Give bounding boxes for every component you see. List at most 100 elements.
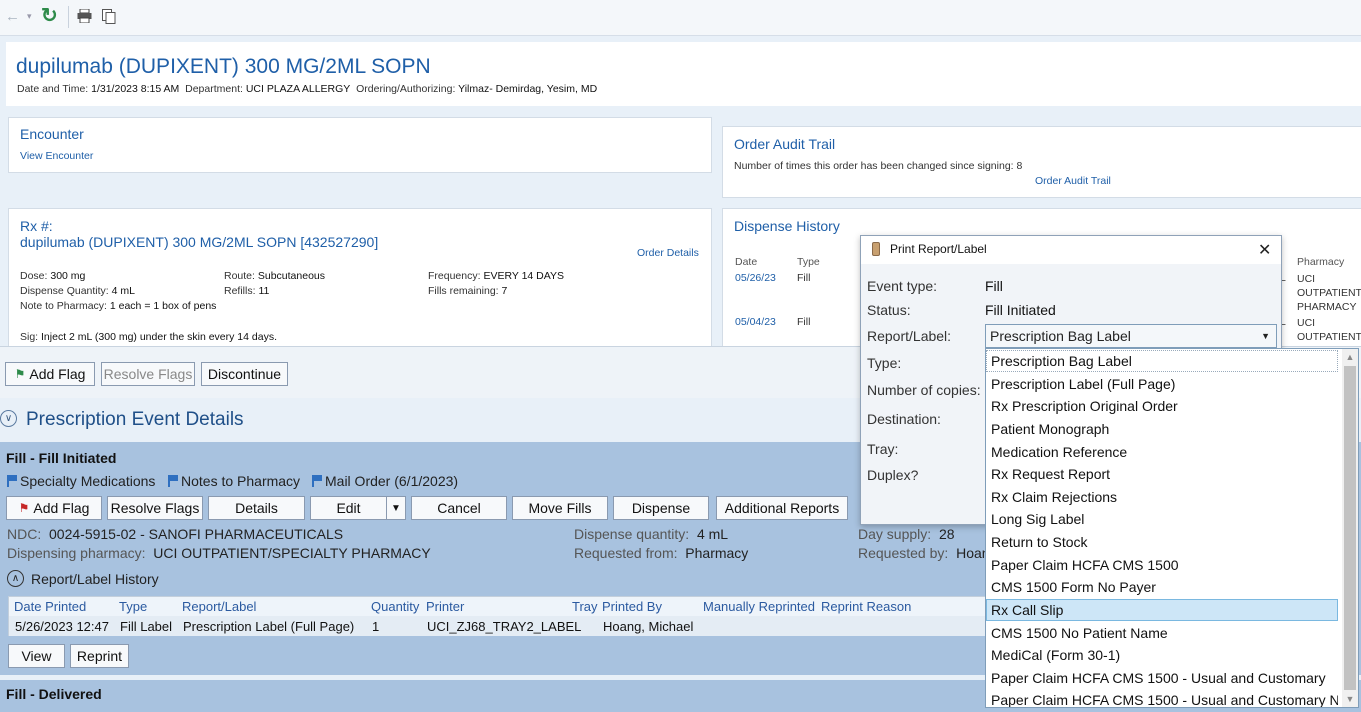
dh-col-type: Type bbox=[797, 256, 820, 268]
dropdown-option[interactable]: Paper Claim HCFA CMS 1500 - Usual and Cu… bbox=[986, 689, 1338, 707]
dh-row-date[interactable]: 05/04/23 bbox=[735, 316, 776, 328]
rx-frequency: Frequency: EVERY 14 DAYS bbox=[428, 270, 564, 282]
event-type-label: Event type: bbox=[867, 278, 938, 294]
add-flag-button[interactable]: ⚑ Add Flag bbox=[5, 362, 95, 386]
dropdown-option[interactable]: Rx Request Report bbox=[986, 463, 1338, 485]
top-toolbar bbox=[0, 0, 1361, 36]
dropdown-option[interactable]: Long Sig Label bbox=[986, 508, 1338, 530]
fill-day-supply: Day supply: 28 bbox=[858, 526, 955, 542]
reprint-button[interactable]: Reprint bbox=[70, 644, 129, 668]
collapse-icon[interactable]: ∨ bbox=[0, 410, 17, 427]
add-flag-icon: ⚑ bbox=[18, 501, 30, 515]
fill-delivered-title: Fill - Delivered bbox=[6, 686, 102, 702]
flag-mail-order[interactable]: Mail Order (6/1/2023) bbox=[312, 473, 458, 489]
edit-dropdown-button[interactable]: ▼ bbox=[386, 496, 406, 520]
rx-dose: Dose: 300 mg bbox=[20, 270, 86, 282]
report-label-dropdown[interactable]: Prescription Bag Label Prescription Labe… bbox=[985, 348, 1359, 708]
move-fills-button[interactable]: Move Fills bbox=[512, 496, 608, 520]
col-tray: Tray bbox=[572, 599, 598, 614]
dropdown-option[interactable]: Medication Reference bbox=[986, 441, 1338, 463]
dh-row-date[interactable]: 05/26/23 bbox=[735, 272, 776, 284]
dropdown-option[interactable]: CMS 1500 Form No Payer bbox=[986, 576, 1338, 598]
dropdown-option[interactable]: Patient Monograph bbox=[986, 418, 1338, 440]
order-audit-trail-link[interactable]: Order Audit Trail bbox=[1035, 175, 1111, 187]
rx-dispense-qty: Dispense Quantity: 4 mL bbox=[20, 285, 135, 297]
refresh-icon[interactable]: ↻ bbox=[41, 6, 58, 26]
event-details-title: Prescription Event Details bbox=[26, 409, 244, 430]
dropdown-option[interactable]: Paper Claim HCFA CMS 1500 bbox=[986, 554, 1338, 576]
details-button[interactable]: Details bbox=[208, 496, 305, 520]
copies-label: Number of copies: bbox=[867, 382, 981, 398]
destination-label: Destination: bbox=[867, 411, 941, 427]
col-quantity: Quantity bbox=[371, 599, 420, 614]
rx-name: dupilumab (DUPIXENT) 300 MG/2ML SOPN [43… bbox=[20, 234, 379, 250]
scroll-up-icon[interactable]: ▲ bbox=[1342, 349, 1358, 365]
flag-icon bbox=[168, 475, 178, 487]
dropdown-option[interactable]: Prescription Label (Full Page) bbox=[986, 373, 1338, 395]
cell-quantity: 1 bbox=[372, 619, 380, 634]
report-label-history-title: Report/Label History bbox=[31, 571, 159, 587]
history-collapse-icon[interactable]: ∧ bbox=[7, 570, 24, 587]
select-chevron-icon: ▼ bbox=[1261, 331, 1270, 341]
resolve-flags-button[interactable]: Resolve Flags bbox=[101, 362, 195, 386]
dispense-button[interactable]: Dispense bbox=[613, 496, 709, 520]
tray-label: Tray: bbox=[867, 441, 899, 457]
cell-report-label: Prescription Label (Full Page) bbox=[183, 619, 355, 634]
additional-reports-button[interactable]: Additional Reports bbox=[716, 496, 848, 520]
encounter-title: Encounter bbox=[20, 126, 84, 142]
dropdown-option-selected[interactable]: Rx Call Slip bbox=[986, 599, 1338, 621]
rx-note: Note to Pharmacy: 1 each = 1 box of pens bbox=[20, 300, 217, 312]
dialog-title: Print Report/Label bbox=[890, 242, 987, 256]
cell-date-printed: 5/26/2023 12:47 bbox=[15, 619, 109, 634]
dropdown-option[interactable]: Prescription Bag Label bbox=[986, 350, 1338, 372]
fill-dispensing-pharmacy: Dispensing pharmacy: UCI OUTPATIENT/SPEC… bbox=[7, 545, 431, 561]
discontinue-button[interactable]: Discontinue bbox=[201, 362, 288, 386]
view-button[interactable]: View bbox=[8, 644, 65, 668]
dialog-title-icon bbox=[872, 242, 880, 256]
fill-add-flag-button[interactable]: ⚑ Add Flag bbox=[6, 496, 102, 520]
scroll-thumb[interactable] bbox=[1344, 366, 1356, 690]
dh-col-date: Date bbox=[735, 256, 758, 268]
col-reprint-reason: Reprint Reason bbox=[821, 599, 912, 614]
dh-row-type: Fill bbox=[797, 316, 811, 328]
flag-notes-pharmacy[interactable]: Notes to Pharmacy bbox=[168, 473, 300, 489]
cell-printed-by: Hoang, Michael bbox=[603, 619, 694, 634]
col-type: Type bbox=[119, 599, 148, 614]
encounter-card: Encounter View Encounter bbox=[8, 117, 712, 173]
toolbar-divider bbox=[68, 6, 69, 28]
dropdown-option[interactable]: MediCal (Form 30-1) bbox=[986, 644, 1338, 666]
edit-button[interactable]: Edit bbox=[310, 496, 387, 520]
dialog-close-icon[interactable]: ✕ bbox=[1258, 240, 1271, 260]
order-details-link[interactable]: Order Details bbox=[637, 247, 699, 259]
flag-icon bbox=[7, 475, 17, 487]
order-meta: Date and Time: 1/31/2023 8:15 AM Departm… bbox=[17, 83, 598, 95]
report-label-select[interactable]: Prescription Bag Label ▼ bbox=[985, 324, 1277, 348]
col-printer: Printer bbox=[426, 599, 465, 614]
duplex-label: Duplex? bbox=[867, 467, 919, 483]
view-encounter-link[interactable]: View Encounter bbox=[20, 150, 93, 162]
dropdown-option[interactable]: Return to Stock bbox=[986, 531, 1338, 553]
col-report-label: Report/Label bbox=[182, 599, 257, 614]
col-manually-reprinted: Manually Reprinted bbox=[703, 599, 816, 614]
audit-title: Order Audit Trail bbox=[734, 136, 836, 152]
dh-col-pharmacy: Pharmacy bbox=[1297, 256, 1345, 268]
rx-fills-remaining: Fills remaining: 7 bbox=[428, 285, 508, 297]
order-header: dupilumab (DUPIXENT) 300 MG/2ML SOPN Dat… bbox=[6, 42, 1361, 106]
type-label: Type: bbox=[867, 355, 902, 371]
dropdown-option[interactable]: Paper Claim HCFA CMS 1500 - Usual and Cu… bbox=[986, 667, 1338, 689]
back-dropdown-icon[interactable]: ▾ bbox=[27, 11, 32, 22]
flag-specialty[interactable]: Specialty Medications bbox=[7, 473, 155, 489]
fill-ndc: NDC: 0024-5915-02 - SANOFI PHARMACEUTICA… bbox=[7, 526, 344, 542]
dropdown-option[interactable]: Rx Claim Rejections bbox=[986, 486, 1338, 508]
dropdown-option[interactable]: CMS 1500 No Patient Name bbox=[986, 622, 1338, 644]
fill-initiated-title: Fill - Fill Initiated bbox=[6, 450, 117, 466]
back-arrow-icon[interactable]: ← bbox=[5, 9, 21, 25]
fill-resolve-flags-button[interactable]: Resolve Flags bbox=[107, 496, 203, 520]
copy-icon[interactable] bbox=[102, 9, 116, 24]
scroll-down-icon[interactable]: ▼ bbox=[1342, 691, 1358, 707]
cell-type: Fill Label bbox=[120, 619, 173, 634]
add-flag-icon: ⚑ bbox=[14, 367, 26, 381]
cancel-button[interactable]: Cancel bbox=[411, 496, 507, 520]
dropdown-option[interactable]: Rx Prescription Original Order bbox=[986, 395, 1338, 417]
printer-icon[interactable] bbox=[77, 8, 92, 24]
